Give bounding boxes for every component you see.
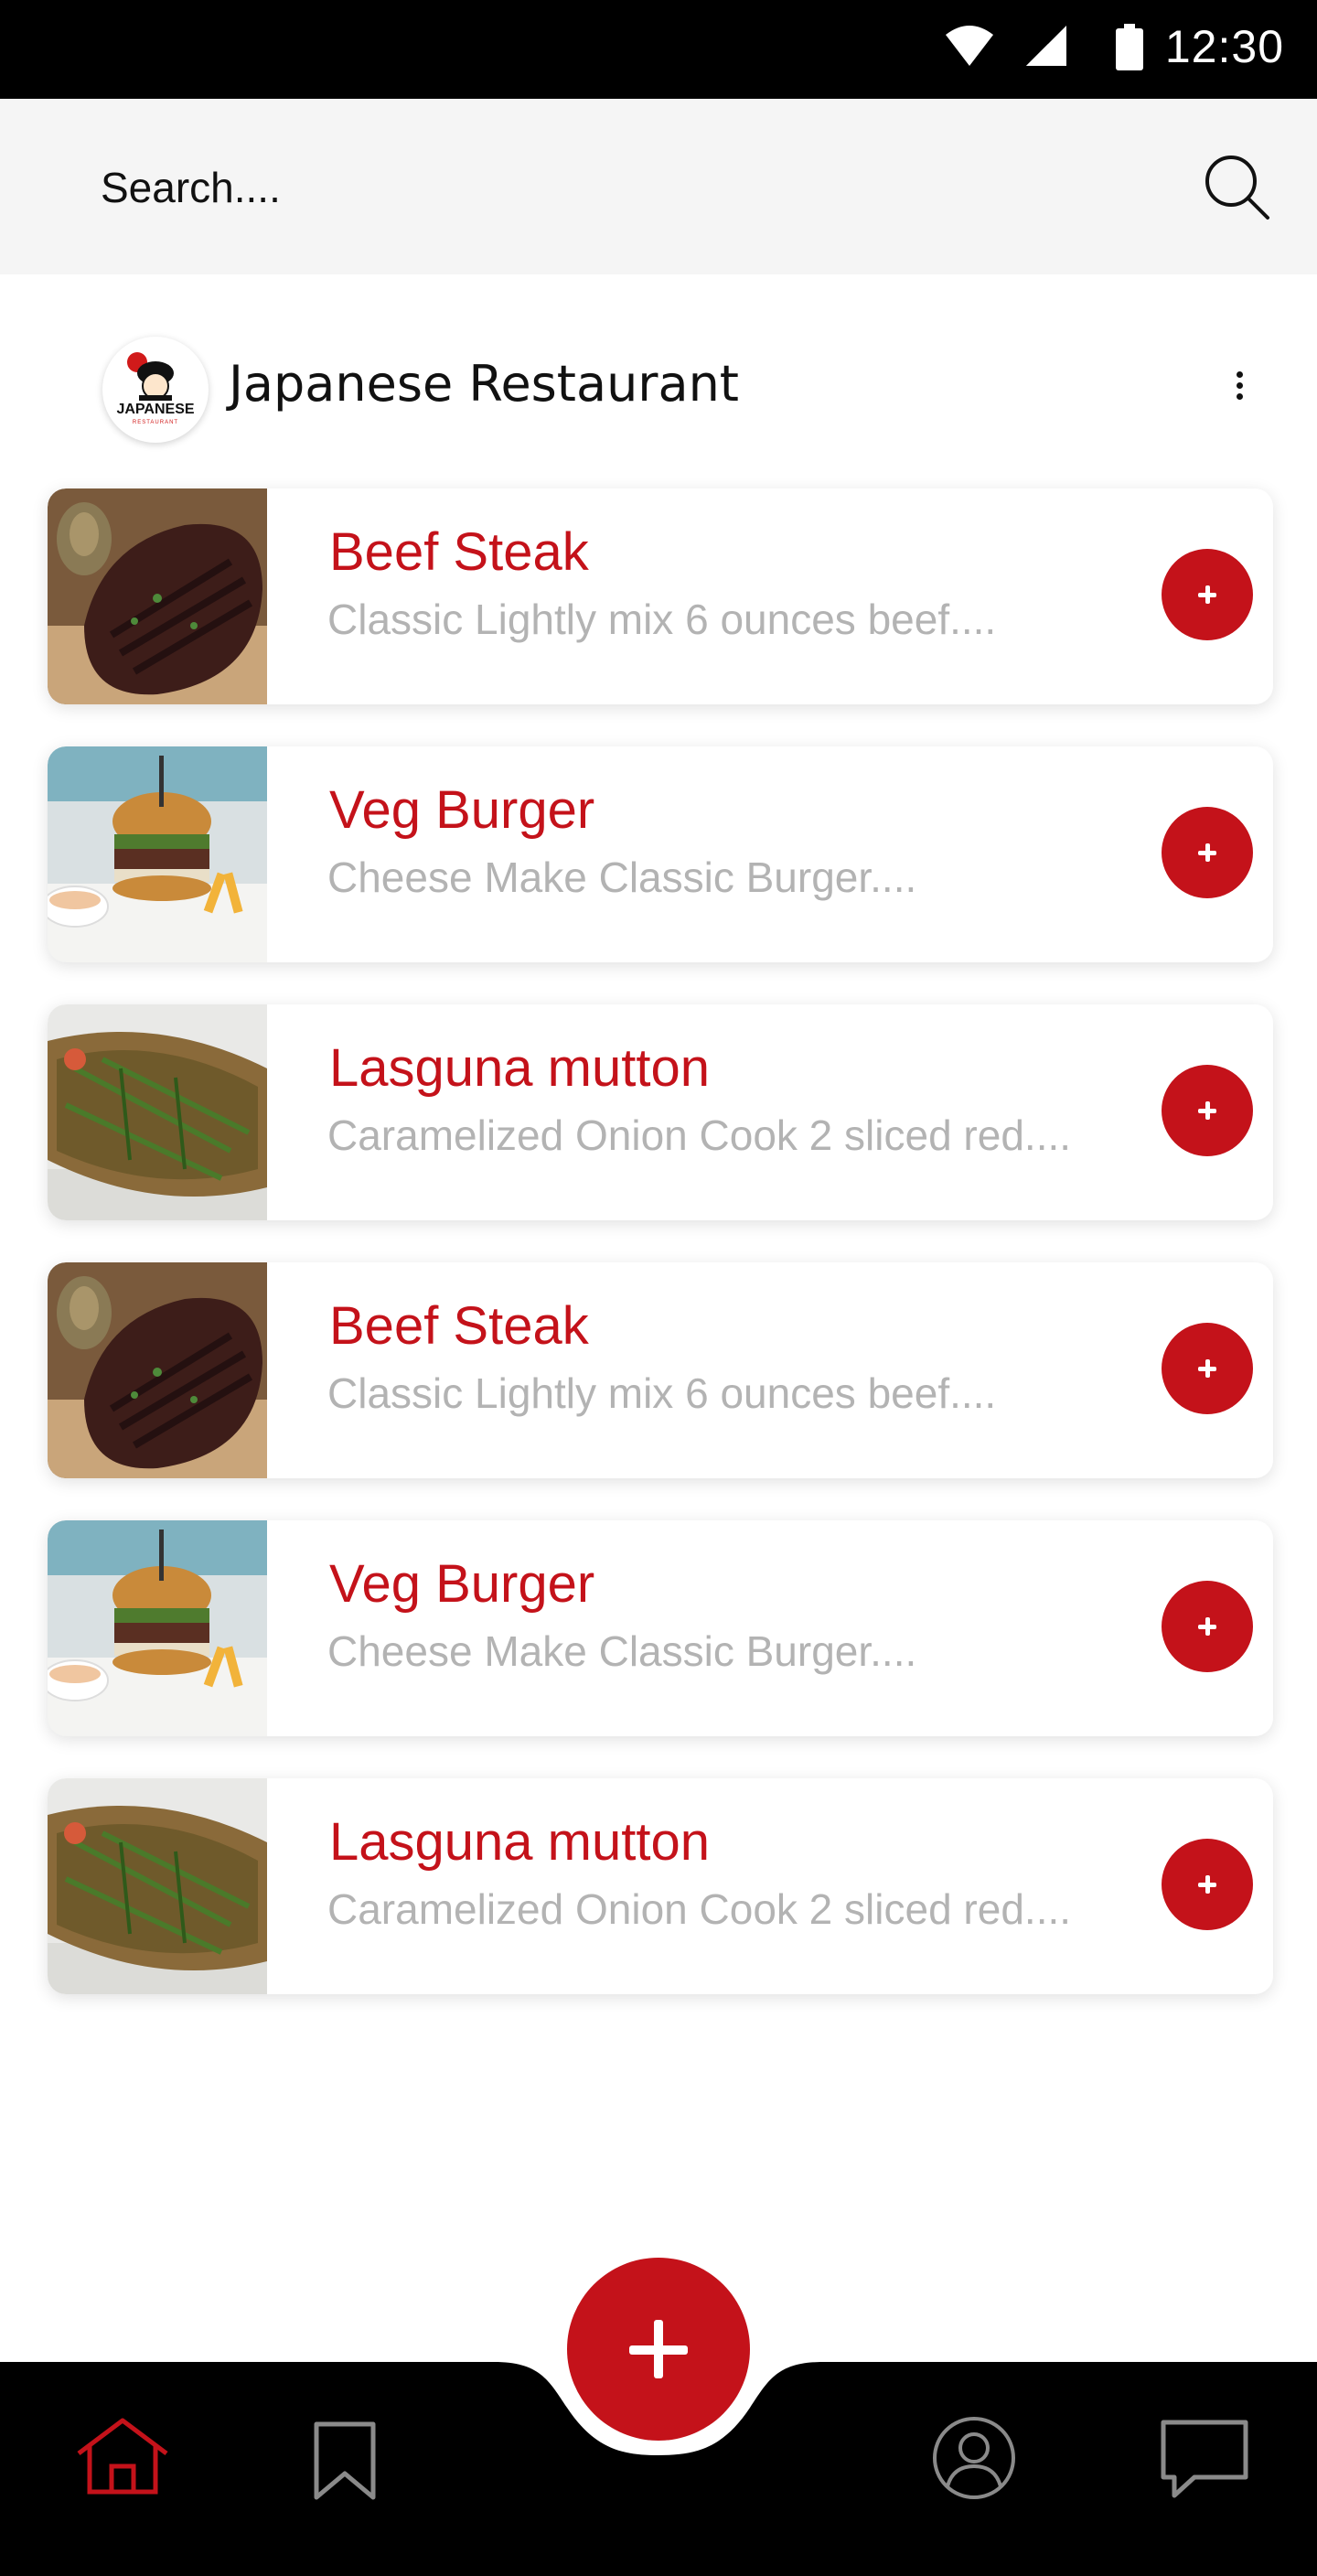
food-image xyxy=(48,746,267,962)
battery-icon xyxy=(1116,24,1143,70)
menu-item-description: Classic Lightly mix 6 ounces beef.... xyxy=(327,1369,997,1417)
menu-item[interactable]: Veg Burger Cheese Make Classic Burger...… xyxy=(48,1520,1273,1736)
nav-profile[interactable] xyxy=(931,2415,1017,2506)
bookmark-icon xyxy=(314,2421,376,2500)
nav-messages[interactable] xyxy=(1158,2417,1251,2506)
food-image xyxy=(48,1778,267,1994)
nav-home[interactable] xyxy=(73,2417,172,2500)
logo-text: JAPANESE xyxy=(116,402,194,417)
search-input[interactable] xyxy=(101,156,1107,220)
menu-item-description: Cheese Make Classic Burger.... xyxy=(327,1627,917,1675)
menu-item-title: Lasguna mutton xyxy=(329,1038,710,1098)
more-options-button[interactable] xyxy=(1226,371,1253,408)
food-image xyxy=(48,1004,267,1220)
menu-item-title: Veg Burger xyxy=(329,780,595,840)
restaurant-logo-image: JAPANESE RESTAURANT xyxy=(116,352,195,425)
status-bar: 12:30 xyxy=(0,0,1317,99)
home-icon xyxy=(77,2418,168,2495)
add-to-cart-button[interactable] xyxy=(1162,1581,1253,1672)
menu-item-description: Cheese Make Classic Burger.... xyxy=(327,853,917,901)
add-to-cart-button[interactable] xyxy=(1162,549,1253,640)
food-image xyxy=(48,1520,267,1736)
add-to-cart-button[interactable] xyxy=(1162,1839,1253,1930)
menu-item[interactable]: Lasguna mutton Caramelized Onion Cook 2 … xyxy=(48,1004,1273,1220)
menu-item[interactable]: Beef Steak Classic Lightly mix 6 ounces … xyxy=(48,488,1273,704)
search-icon xyxy=(1205,156,1269,220)
menu-item[interactable]: Beef Steak Classic Lightly mix 6 ounces … xyxy=(48,1262,1273,1478)
signal-icon xyxy=(1026,26,1066,66)
menu-item-title: Lasguna mutton xyxy=(329,1812,710,1872)
menu-item-title: Veg Burger xyxy=(329,1554,595,1614)
add-to-cart-button[interactable] xyxy=(1162,807,1253,898)
more-vertical-icon xyxy=(1226,371,1253,400)
add-to-cart-button[interactable] xyxy=(1162,1065,1253,1156)
restaurant-logo[interactable]: JAPANESE RESTAURANT xyxy=(102,337,209,443)
food-image xyxy=(48,488,267,704)
menu-list: Beef Steak Classic Lightly mix 6 ounces … xyxy=(48,488,1273,2036)
menu-item[interactable]: Veg Burger Cheese Make Classic Burger...… xyxy=(48,746,1273,962)
menu-item-title: Beef Steak xyxy=(329,1296,589,1356)
logo-subtext: RESTAURANT xyxy=(133,420,178,425)
menu-item-description: Caramelized Onion Cook 2 sliced red.... xyxy=(327,1111,1072,1159)
food-image xyxy=(48,1262,267,1478)
menu-item-description: Caramelized Onion Cook 2 sliced red.... xyxy=(327,1885,1072,1933)
add-to-cart-button[interactable] xyxy=(1162,1323,1253,1414)
search-bar xyxy=(0,99,1317,274)
chat-icon xyxy=(1161,2420,1248,2498)
restaurant-name: Japanese Restaurant xyxy=(229,355,739,413)
menu-item[interactable]: Lasguna mutton Caramelized Onion Cook 2 … xyxy=(48,1778,1273,1994)
profile-icon xyxy=(933,2417,1015,2499)
restaurant-header: JAPANESE RESTAURANT Japanese Restaurant xyxy=(0,329,1317,448)
menu-item-description: Classic Lightly mix 6 ounces beef.... xyxy=(327,596,997,643)
nav-bookmarks[interactable] xyxy=(313,2420,377,2506)
add-new-button[interactable] xyxy=(567,2258,750,2441)
wifi-icon xyxy=(946,26,993,66)
menu-item-title: Beef Steak xyxy=(329,522,589,582)
search-button[interactable] xyxy=(1200,150,1273,223)
status-time: 12:30 xyxy=(1164,21,1284,72)
